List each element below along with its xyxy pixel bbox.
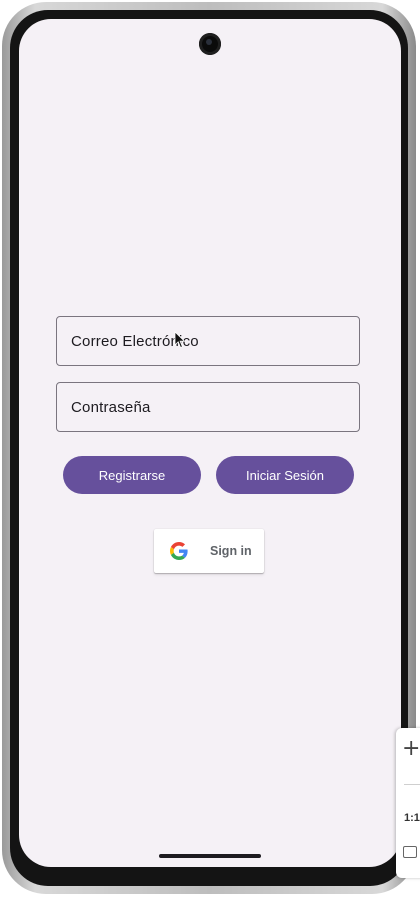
google-g-icon	[170, 542, 188, 560]
plus-icon[interactable]: +	[402, 738, 420, 760]
password-field-placeholder: Contraseña	[71, 398, 151, 416]
password-field[interactable]: Contraseña	[56, 382, 360, 432]
google-sign-in-label: Sign in	[210, 544, 252, 558]
register-button[interactable]: Registrarse	[63, 456, 201, 494]
home-indicator[interactable]	[159, 854, 261, 858]
toolbar-divider	[404, 784, 420, 785]
login-button[interactable]: Iniciar Sesión	[216, 456, 354, 494]
app-screen	[19, 19, 401, 867]
register-button-label: Registrarse	[98, 467, 166, 483]
login-button-label: Iniciar Sesión	[245, 467, 325, 483]
emulator-stage: Correo Electrónico Contraseña Registrars…	[0, 0, 420, 898]
fit-screen-icon[interactable]	[403, 846, 417, 858]
email-field[interactable]: Correo Electrónico	[56, 316, 360, 366]
google-sign-in-button[interactable]: Sign in	[154, 529, 264, 573]
emulator-side-toolbar: + 1:1	[396, 728, 420, 878]
actual-size-button[interactable]: 1:1	[404, 812, 420, 824]
mouse-cursor-icon	[174, 331, 186, 349]
front-camera-icon	[199, 33, 221, 55]
